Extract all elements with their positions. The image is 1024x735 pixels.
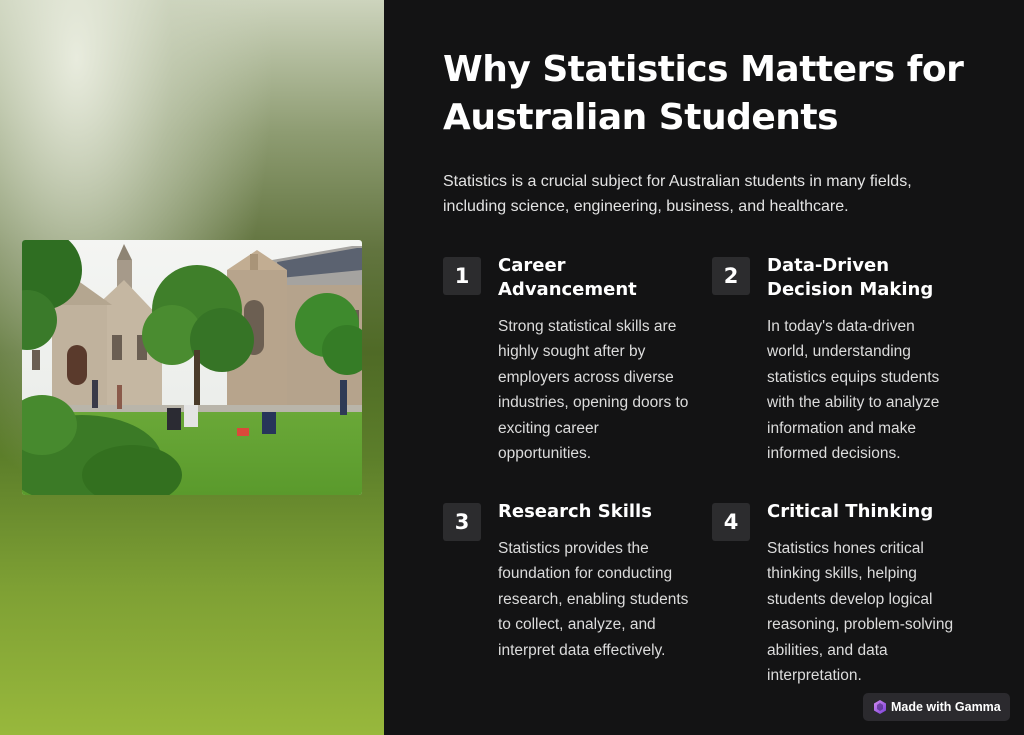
made-with-gamma-button[interactable]: Made with Gamma	[863, 693, 1010, 721]
reason-description-line: Statistics provides the	[498, 540, 649, 557]
page-title: Why Statistics Matters for Australian St…	[443, 46, 1003, 142]
reason-title: Critical Thinking	[767, 500, 977, 524]
reason-description-line: informed decisions.	[767, 445, 901, 463]
reason-description-line: Strong statistical skills are	[498, 318, 677, 335]
reason-description-line: research, enabling students	[498, 590, 689, 608]
reason-description-line: industries, opening doors to	[498, 394, 689, 412]
reason-item-critical-thinking: 4 Critical Thinking Statistics hones cri…	[712, 500, 992, 693]
blurred-background-panel	[0, 0, 384, 735]
reason-title-line: Career	[498, 255, 566, 276]
reason-description-line: interpret data effectively.	[498, 641, 666, 659]
reason-description-line: employers across diverse	[498, 368, 674, 386]
reason-description: Statistics hones critical thinking skill…	[767, 536, 982, 688]
reason-item-research-skills: 3 Research Skills Statistics provides th…	[443, 500, 713, 673]
reason-description-line: statistics equips students	[767, 368, 940, 386]
reason-description: Statistics provides the foundation for c…	[498, 536, 713, 663]
reason-item-career-advancement: 1 Career Advancement Strong statistical …	[443, 254, 713, 467]
number-badge: 2	[712, 257, 750, 295]
campus-photo	[22, 240, 362, 495]
reason-description: Strong statistical skills are highly sou…	[498, 314, 713, 466]
intro-line: Statistics is a crucial subject for Aust…	[443, 173, 912, 190]
reason-title: Career Advancement	[498, 254, 708, 302]
intro-line: including science, engineering, business…	[443, 198, 849, 215]
reason-description-line: information and make	[767, 419, 917, 437]
number-badge: 4	[712, 503, 750, 541]
reason-description-line: opportunities.	[498, 445, 592, 463]
reason-title: Research Skills	[498, 500, 708, 524]
reason-title-line: Critical Thinking	[767, 501, 934, 522]
page-title-line: Australian Students	[443, 97, 839, 138]
number-badge: 3	[443, 503, 481, 541]
slide: Why Statistics Matters for Australian St…	[0, 0, 1024, 735]
reason-title-line: Research Skills	[498, 501, 652, 522]
intro-paragraph: Statistics is a crucial subject for Aust…	[443, 169, 943, 219]
reason-description-line: highly sought after by	[498, 343, 646, 361]
reason-description-line: to collect, analyze, and	[498, 616, 656, 634]
reason-item-data-driven: 2 Data-Driven Decision Making In today's…	[712, 254, 992, 467]
reason-description-line: abilities, and data	[767, 641, 888, 659]
reason-description-line: foundation for conducting	[498, 565, 673, 583]
number-badge: 1	[443, 257, 481, 295]
gamma-logo-icon	[874, 700, 886, 714]
reason-title-line: Advancement	[498, 279, 637, 300]
reason-description-line: Statistics hones critical	[767, 540, 924, 557]
reason-description-line: world, understanding	[767, 343, 911, 361]
reason-description-line: reasoning, problem-solving	[767, 616, 954, 634]
reason-title: Data-Driven Decision Making	[767, 254, 977, 302]
reason-title-line: Data-Driven	[767, 255, 890, 276]
reason-description-line: In today's data-driven	[767, 318, 915, 335]
reason-title-line: Decision Making	[767, 279, 934, 300]
page-title-line: Why Statistics Matters for	[443, 49, 964, 90]
reason-description-line: interpretation.	[767, 667, 862, 685]
reason-description-line: students develop logical	[767, 590, 933, 608]
reason-description: In today's data-driven world, understand…	[767, 314, 982, 466]
reason-description-line: thinking skills, helping	[767, 565, 917, 583]
made-with-gamma-label: Made with Gamma	[891, 700, 1001, 714]
reason-description-line: exciting career	[498, 419, 599, 437]
reason-description-line: with the ability to analyze	[767, 394, 940, 412]
